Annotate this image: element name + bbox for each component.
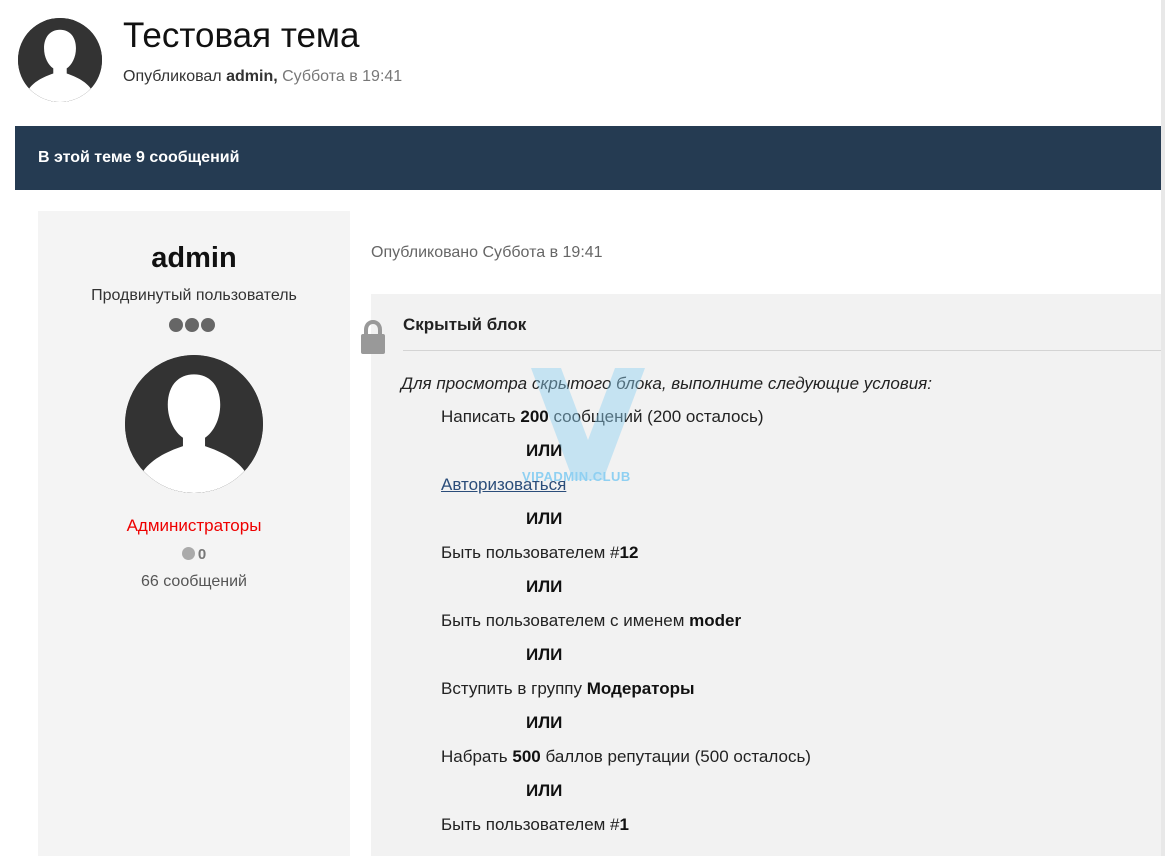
author-avatar-small[interactable] <box>18 18 102 102</box>
page-title: Тестовая тема <box>123 16 360 55</box>
user-silhouette-icon <box>18 18 102 102</box>
condition-item: Набрать 500 баллов репутации (500 остало… <box>441 747 811 767</box>
post-author-name[interactable]: admin <box>38 242 350 275</box>
topic-post-count-bar: В этой теме 9 сообщений <box>15 126 1165 190</box>
condition-text: Быть пользователем # <box>441 543 620 562</box>
condition-value: moder <box>689 611 742 630</box>
condition-text: сообщений (200 осталось) <box>548 407 764 426</box>
rank-pips <box>169 318 215 332</box>
or-separator: ИЛИ <box>526 509 563 528</box>
author-post-count: 66 сообщений <box>141 573 247 590</box>
post-published-date: Опубликовано Суббота в 19:41 <box>371 244 603 261</box>
topic-byline: Опубликовал admin, Суббота в 19:41 <box>123 68 402 86</box>
watermark-text: VIPADMIN.CLUB <box>522 469 631 484</box>
condition-value: 500 <box>512 747 541 766</box>
post-author-panel: admin Продвинутый пользователь Администр… <box>38 211 350 856</box>
condition-text: Вступить в группу <box>441 679 587 698</box>
or-separator: ИЛИ <box>526 781 563 800</box>
condition-item: Быть пользователем #1 <box>441 815 629 835</box>
user-silhouette-icon <box>125 355 263 493</box>
lock-icon <box>361 320 385 354</box>
byline-prefix: Опубликовал <box>123 68 222 85</box>
reputation-badge: 0 <box>38 546 350 563</box>
hidden-block-divider <box>403 350 1165 351</box>
condition-value: 1 <box>619 815 629 834</box>
byline-date: Суббота в 19:41 <box>282 68 403 85</box>
byline-author-link[interactable]: admin, <box>226 68 278 85</box>
or-separator: ИЛИ <box>526 441 563 460</box>
or-separator: ИЛИ <box>526 713 563 732</box>
condition-value: 12 <box>619 543 639 562</box>
or-separator: ИЛИ <box>526 645 563 664</box>
condition-text: баллов репутации (500 осталось) <box>540 747 811 766</box>
author-group: Администраторы <box>126 516 262 535</box>
hidden-block-title: Скрытый блок <box>403 315 527 334</box>
rank-pip <box>185 318 199 332</box>
author-rank: Продвинутый пользователь <box>91 287 297 304</box>
hidden-block-intro: Для просмотра скрытого блока, выполните … <box>401 374 932 393</box>
condition-item: Написать 200 сообщений (200 осталось) <box>441 407 764 427</box>
condition-text: Быть пользователем с именем <box>441 611 690 630</box>
author-avatar[interactable] <box>125 355 263 493</box>
condition-text: Быть пользователем # <box>441 815 620 834</box>
condition-text: Написать <box>441 407 521 426</box>
or-separator: ИЛИ <box>526 577 563 596</box>
condition-value: 200 <box>520 407 549 426</box>
condition-value: Модераторы <box>586 679 695 698</box>
hidden-block: Скрытый блок Для просмотра скрытого блок… <box>361 294 1165 856</box>
topic-header: Тестовая тема Опубликовал admin, Суббота… <box>0 0 1165 110</box>
window-edge <box>1161 0 1165 856</box>
reputation-dot-icon <box>181 547 195 560</box>
rank-pip <box>201 318 215 332</box>
condition-item: Быть пользователем #12 <box>441 543 638 563</box>
condition-item: Быть пользователем с именем moder <box>441 611 741 631</box>
post-count-text: В этой теме 9 сообщений <box>38 149 240 166</box>
post: admin Продвинутый пользователь Администр… <box>38 211 1165 856</box>
condition-item: Вступить в группу Модераторы <box>441 679 695 699</box>
post-content: Опубликовано Суббота в 19:41 Скрытый бло… <box>350 211 1165 856</box>
reputation-value: 0 <box>197 546 207 563</box>
condition-text: Набрать <box>441 747 513 766</box>
rank-pip <box>169 318 183 332</box>
